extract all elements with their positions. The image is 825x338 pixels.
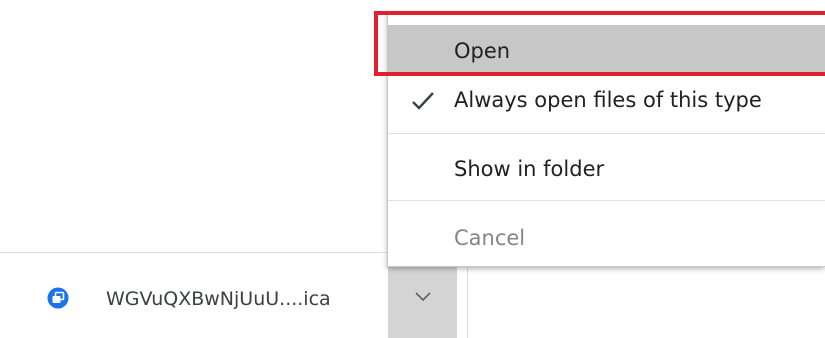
- menu-item-cancel[interactable]: Cancel: [388, 213, 825, 263]
- menu-separator: [388, 133, 825, 134]
- menu-item-always-open[interactable]: Always open files of this type: [388, 76, 825, 128]
- menu-separator: [388, 200, 825, 201]
- download-file-name: WGVuQXBwNjUuU....ica: [106, 288, 331, 310]
- shelf-divider: [467, 259, 468, 338]
- citrix-receiver-icon: [47, 287, 69, 309]
- download-context-menu: Open Always open files of this type Show…: [387, 12, 825, 267]
- menu-item-label: Show in folder: [454, 157, 605, 181]
- menu-item-open[interactable]: Open: [388, 25, 825, 76]
- menu-item-label: Always open files of this type: [454, 88, 762, 112]
- menu-item-show-in-folder[interactable]: Show in folder: [388, 146, 825, 196]
- menu-item-label: Cancel: [454, 226, 526, 250]
- chevron-down-icon: [415, 292, 431, 302]
- check-icon: [411, 90, 435, 112]
- menu-item-label: Open: [454, 39, 511, 63]
